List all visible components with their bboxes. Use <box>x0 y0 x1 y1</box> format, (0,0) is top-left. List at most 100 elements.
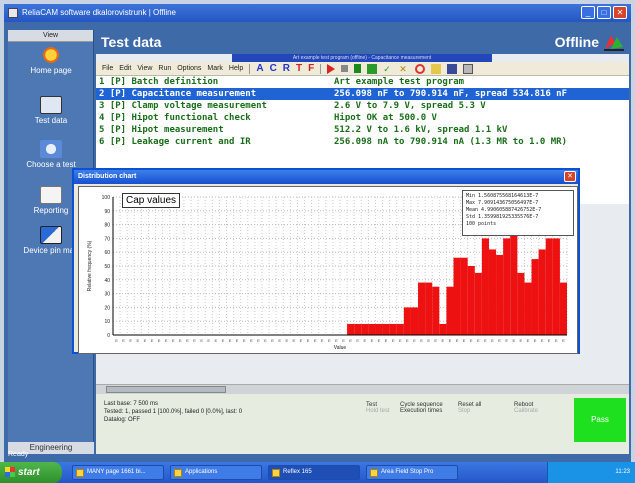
histogram-bar <box>559 282 567 335</box>
test-button[interactable]: Test Hold test <box>366 402 390 414</box>
toolbar: File Edit View Run Options Mark Help A C… <box>96 62 629 76</box>
scrollbar-thumb[interactable] <box>106 386 226 393</box>
toolbar-a-button[interactable]: A <box>256 63 263 74</box>
pause-icon[interactable] <box>367 63 378 74</box>
histogram-bar <box>460 257 468 335</box>
histogram-bar <box>425 282 433 335</box>
horizontal-scrollbar[interactable] <box>96 384 629 394</box>
sidebar-item-label: Device pin map <box>23 246 79 255</box>
test-list-row-selected[interactable]: 2 [P] Capacitance measurement 256.098 nF… <box>96 88 629 100</box>
x-tick-label: E <box>314 338 317 343</box>
x-tick-label: E <box>328 338 331 343</box>
minimize-button[interactable]: _ <box>581 6 595 19</box>
taskbar-item[interactable]: Area Field Stop Pro <box>366 465 458 480</box>
reboot-button[interactable]: Reboot Calibrate <box>514 402 538 414</box>
test-list-row[interactable]: 3 [P] Clamp voltage measurement 2.6 V to… <box>96 100 629 112</box>
taskbar-item-label: Applications <box>185 469 218 475</box>
window-icon <box>272 469 280 477</box>
sidebar-item-label: Reporting <box>33 206 69 215</box>
y-tick-label: 50 <box>104 264 110 270</box>
y-tick-label: 30 <box>104 292 110 298</box>
save-icon[interactable] <box>447 63 458 74</box>
run-icon[interactable] <box>327 63 336 74</box>
x-tick-label: E <box>165 338 168 343</box>
check-icon[interactable]: ✓ <box>383 64 393 74</box>
histogram-bar <box>503 238 511 335</box>
test-list-row[interactable]: 4 [P] Hipot functional check Hipot OK at… <box>96 112 629 124</box>
histogram-bar <box>488 249 497 335</box>
x-tick-label: E <box>363 338 366 343</box>
histogram-bar <box>446 286 454 335</box>
taskbar-item[interactable]: Applications <box>170 465 262 480</box>
toolbar-c-button[interactable]: C <box>270 63 277 74</box>
connection-status: Offline <box>554 34 599 50</box>
x-tick-label: E <box>300 338 303 343</box>
result-indicator: Pass <box>574 398 626 442</box>
histogram-bar <box>375 323 383 335</box>
sidebar-item-label: Test data <box>34 116 68 125</box>
stop-icon[interactable] <box>341 65 349 72</box>
taskbar-item-active[interactable]: Reflex 165 <box>268 465 360 480</box>
x-tick-label: E <box>271 338 274 343</box>
toolbar-t-button[interactable]: T <box>296 63 302 74</box>
menu-view[interactable]: View <box>137 65 152 72</box>
step-icon[interactable] <box>354 64 362 73</box>
x-tick-label: E <box>293 338 296 343</box>
histogram-bar <box>453 257 461 335</box>
y-tick-label: 100 <box>102 195 111 201</box>
status-text: Ready <box>8 451 29 458</box>
x-tick-label: E <box>172 338 175 343</box>
taskbar-item[interactable]: MANY page 1661 bi... <box>72 465 164 480</box>
x-tick-label: E <box>420 338 423 343</box>
print-icon[interactable] <box>463 63 474 74</box>
histogram-bar <box>524 282 532 335</box>
test-list-row[interactable]: 6 [P] Leakage current and IR 256.098 nA … <box>96 136 629 148</box>
y-tick-label: 70 <box>104 236 110 242</box>
x-tick-label: E <box>342 338 345 343</box>
taskbar-item-label: Reflex 165 <box>283 469 312 475</box>
menu-help[interactable]: Help <box>229 65 243 72</box>
x-tick-label: E <box>307 338 310 343</box>
maximize-button[interactable]: □ <box>597 6 611 19</box>
start-button[interactable]: start <box>0 462 62 483</box>
x-tick-label: E <box>151 338 154 343</box>
x-tick-label: E <box>406 338 409 343</box>
menu-file[interactable]: File <box>102 65 113 72</box>
test-list-row[interactable]: 5 [P] Hipot measurement 512.2 V to 1.6 k… <box>96 124 629 136</box>
sidebar-item-choose-test[interactable]: Choose a test <box>8 140 94 169</box>
app-icon <box>8 8 18 18</box>
close-button[interactable]: ✕ <box>613 6 627 19</box>
x-tick-label: E <box>122 338 125 343</box>
system-tray: 11:23 <box>547 462 635 483</box>
test-list-row[interactable]: 1 [P] Batch definition Art example test … <box>96 76 629 88</box>
x-tick-label: E <box>215 338 218 343</box>
open-folder-icon[interactable] <box>431 63 442 74</box>
distribution-dialog: Distribution chart ✕ 0 10 20 30 40 50 60 70 80 90… <box>72 168 580 354</box>
chart-legend: Cap values <box>122 193 181 208</box>
page-title: Test data <box>101 34 162 50</box>
test-description: 256.098 nF to 790.914 nF, spread 534.816… <box>334 89 567 99</box>
x-tick-label: E <box>264 338 267 343</box>
x-tick-label: E <box>158 338 161 343</box>
toolbar-r-button[interactable]: R <box>283 63 290 74</box>
menu-mark[interactable]: Mark <box>207 65 223 72</box>
test-description: 256.098 nA to 790.914 nA (1.3 MR to 1.0 … <box>334 137 567 147</box>
menu-run[interactable]: Run <box>158 65 171 72</box>
cancel-icon[interactable]: ✕ <box>399 64 409 74</box>
sidebar-item-home[interactable]: Home page <box>8 46 94 75</box>
sidebar-item-test-data[interactable]: Test data <box>8 96 94 125</box>
toolbar-f-button[interactable]: F <box>308 63 314 74</box>
dialog-close-button[interactable]: ✕ <box>564 171 576 182</box>
window-icon <box>76 469 84 477</box>
cycle-sequence-button[interactable]: Cycle sequence Execution times <box>400 402 443 414</box>
reset-all-button[interactable]: Reset all Stop <box>458 402 481 414</box>
x-tick-label: E <box>378 338 381 343</box>
menu-options[interactable]: Options <box>177 65 201 72</box>
x-tick-label: E <box>463 338 466 343</box>
clock: 11:23 <box>615 469 630 475</box>
menu-edit[interactable]: Edit <box>119 65 131 72</box>
histogram-bar <box>474 272 482 335</box>
histogram-bar <box>481 238 489 335</box>
test-description: 2.6 V to 7.9 V, spread 5.3 V <box>334 101 486 111</box>
search-icon[interactable] <box>415 63 426 74</box>
